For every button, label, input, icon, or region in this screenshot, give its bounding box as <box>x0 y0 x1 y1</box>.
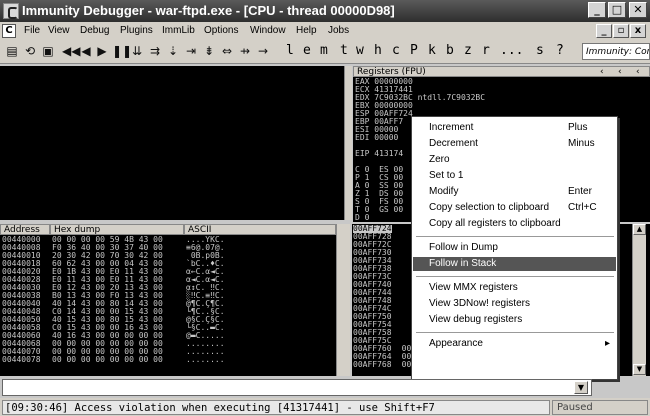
handles-button[interactable]: h <box>374 42 382 60</box>
stack-address[interactable]: 00AFF768 <box>353 361 392 369</box>
menu-plugins[interactable]: Plugins <box>120 25 153 36</box>
registers-title: Registers (FPU) <box>357 67 426 77</box>
menu-separator <box>416 236 614 237</box>
mdi-restore-button[interactable]: ▫ <box>613 24 629 38</box>
stack-scrollbar[interactable]: ▲ ▼ <box>632 224 646 376</box>
dump-header-address[interactable]: Address <box>0 224 50 235</box>
registers-header: Registers (FPU) ‹ ‹ ‹ <box>353 66 650 77</box>
menu-item-set-to-1[interactable]: Set to 1 <box>413 169 616 183</box>
patches-button[interactable]: P <box>410 42 418 60</box>
register-line[interactable]: EIP 413174 <box>355 150 403 158</box>
menu-jobs[interactable]: Jobs <box>328 25 349 36</box>
menu-debug[interactable]: Debug <box>80 25 109 36</box>
help-button[interactable]: ? <box>556 42 564 60</box>
menu-item-copy-all-registers[interactable]: Copy all registers to clipboard <box>413 217 616 231</box>
pause-icon-2[interactable]: ❚❚ <box>112 43 132 59</box>
register-line[interactable]: EDI 00000 <box>355 134 398 142</box>
trace-over-icon[interactable]: ⇥ <box>184 43 198 59</box>
disassembly-pane[interactable] <box>0 66 344 220</box>
app-icon[interactable] <box>3 3 19 19</box>
hardware-breakpoints-button[interactable]: z <box>464 42 472 60</box>
menu-file[interactable]: File <box>24 25 40 36</box>
step-into-icon[interactable]: ⇊ <box>130 43 144 59</box>
dump-hex[interactable]: 00 00 00 00 00 00 00 00 <box>52 356 163 364</box>
menu-item-follow-in-dump[interactable]: Follow in Dump <box>413 241 616 255</box>
dump-header-hex[interactable]: Hex dump <box>50 224 184 235</box>
toolbar-info-text: Immunity: Con <box>582 43 650 60</box>
cpu-window-icon[interactable]: C <box>2 24 16 38</box>
back-icon[interactable]: ◀ <box>80 43 92 59</box>
references-button[interactable]: r <box>482 42 490 60</box>
windows-button[interactable]: w <box>356 42 364 60</box>
executable-modules-button[interactable]: e <box>303 42 311 60</box>
trace-into-icon[interactable]: ⇣ <box>166 43 180 59</box>
restart-icon[interactable]: ⟲ <box>22 43 38 59</box>
dump-pane[interactable]: Address Hex dump ASCII 00440000 00 00 00 … <box>0 224 336 376</box>
menu-item-decrement[interactable]: Decrement Minus <box>413 137 616 151</box>
menu-item-view-mmx[interactable]: View MMX registers <box>413 281 616 295</box>
run-trace-button[interactable]: ... <box>500 42 523 60</box>
close-icon[interactable]: ▣ <box>40 43 56 59</box>
menu-view[interactable]: View <box>48 25 70 36</box>
toolbar: ▤ ⟲ ▣ ◀◀ ◀ ▶ ❚❚ ⇊ ⇉ ⇣ ⇥ ⇟ ⇔ ⇸ → l e m t … <box>0 40 650 64</box>
submenu-arrow-icon: ▸ <box>605 338 611 349</box>
menu-item-appearance[interactable]: Appearance ▸ <box>413 337 616 351</box>
menu-item-view-3dnow[interactable]: View 3DNow! registers <box>413 297 616 311</box>
maximize-button[interactable]: □ <box>608 2 626 18</box>
menu-item-copy-selection[interactable]: Copy selection to clipboard Ctrl+C <box>413 201 616 215</box>
menu-item-zero[interactable]: Zero <box>413 153 616 167</box>
scroll-down-icon[interactable]: ▼ <box>633 364 646 375</box>
menu-item-increment[interactable]: Increment Plus <box>413 121 616 135</box>
menu-immlib[interactable]: ImmLib <box>162 25 195 36</box>
title-bar: Immunity Debugger - war-ftpd.exe - [CPU … <box>0 0 650 22</box>
registers-prev-arrow-icon[interactable]: ‹ <box>600 67 604 78</box>
threads-button[interactable]: t <box>340 42 348 60</box>
command-history-dropdown-icon[interactable]: ▼ <box>574 381 588 394</box>
menu-window[interactable]: Window <box>250 25 286 36</box>
registers-last-arrow-icon[interactable]: ‹ <box>636 67 640 78</box>
menu-help[interactable]: Help <box>296 25 317 36</box>
rewind-icon[interactable]: ◀◀ <box>62 43 80 59</box>
close-button[interactable]: ✕ <box>629 2 647 18</box>
log-window-button[interactable]: l <box>286 42 294 60</box>
minimize-button[interactable]: _ <box>588 2 606 18</box>
mdi-close-button[interactable]: x <box>630 24 646 38</box>
registers-next-arrow-icon[interactable]: ‹ <box>618 67 622 78</box>
menu-separator <box>416 332 614 333</box>
mdi-minimize-button[interactable]: _ <box>596 24 612 38</box>
menu-item-modify[interactable]: Modify Enter <box>413 185 616 199</box>
animate-icon[interactable]: ⇔ <box>220 43 234 59</box>
status-message: [09:30:46] Access violation when executi… <box>2 400 550 415</box>
dump-address[interactable]: 00440078 <box>2 356 41 364</box>
status-bar: [09:30:46] Access violation when executi… <box>0 398 650 416</box>
dump-header-ascii[interactable]: ASCII <box>184 224 336 235</box>
pause-icon[interactable]: ▶ <box>96 43 108 59</box>
call-stack-button[interactable]: k <box>428 42 436 60</box>
cpu-button[interactable]: c <box>392 42 400 60</box>
return-icon[interactable]: → <box>256 43 270 59</box>
menu-item-view-debug-registers[interactable]: View debug registers <box>413 313 616 327</box>
breakpoints-button[interactable]: b <box>446 42 454 60</box>
execute-till-return-icon[interactable]: ⇟ <box>202 43 216 59</box>
source-button[interactable]: s <box>536 42 544 60</box>
memory-map-button[interactable]: m <box>320 42 328 60</box>
menu-separator <box>416 276 614 277</box>
menu-options[interactable]: Options <box>204 25 238 36</box>
menu-bar: C File View Debug Plugins ImmLib Options… <box>0 22 650 40</box>
dump-scrollbar[interactable] <box>336 224 350 376</box>
open-icon[interactable]: ▤ <box>4 43 20 59</box>
command-line-input[interactable] <box>2 379 592 396</box>
disassembly-scrollbar[interactable] <box>344 66 352 220</box>
goto-icon[interactable]: ⇸ <box>238 43 252 59</box>
dump-ascii[interactable]: ........ <box>186 356 225 364</box>
step-over-icon[interactable]: ⇉ <box>148 43 162 59</box>
debugger-state: Paused <box>552 400 648 415</box>
register-context-menu: Increment Plus Decrement Minus Zero Set to… <box>411 116 618 380</box>
window-title: Immunity Debugger - war-ftpd.exe - [CPU … <box>22 3 395 18</box>
menu-item-follow-in-stack[interactable]: Follow in Stack <box>413 257 616 271</box>
scroll-up-icon[interactable]: ▲ <box>633 224 646 235</box>
